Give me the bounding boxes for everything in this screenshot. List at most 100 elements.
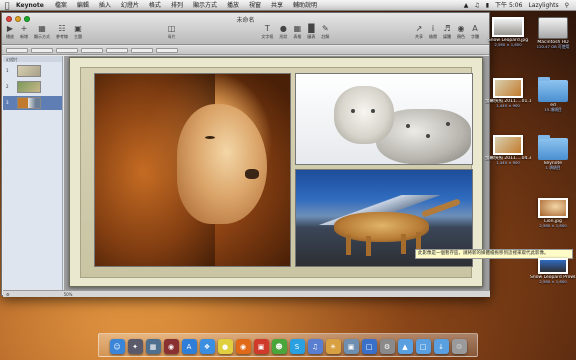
play-button[interactable]: ▶ 播放 [6,23,14,39]
share-icon: ↗ [415,24,423,33]
slide-number: 3 [6,100,9,105]
colors-button[interactable]: ◉ 顏色 [457,23,465,39]
wifi-icon[interactable]: ▲ [461,0,472,11]
snow-leopard-photo-placeholder[interactable] [295,73,473,165]
guides-button[interactable]: ☷ 參考線 [56,23,68,39]
image-thumbnail [538,258,568,274]
format-control-6[interactable] [131,47,153,53]
slide-thumb-3[interactable]: 3 [3,96,62,110]
themes-button[interactable]: ▣ 主題 [74,23,82,39]
gear-icon[interactable]: ⚙ [6,292,10,297]
slide-thumbnail [17,65,41,77]
lion-face [177,104,267,224]
slide-thumb-1[interactable]: 1 [3,64,62,78]
format-control-1[interactable] [6,47,28,53]
view-icon: ▦ [38,24,46,33]
new-slide-button[interactable]: + 新增 [20,23,28,39]
zoom-level[interactable]: 50% [64,292,73,297]
view-button[interactable]: ▦ 顯示方式 [34,23,50,39]
menu-play[interactable]: 播放 [222,0,244,11]
inspector-button[interactable]: i 檢閱 [429,23,437,39]
menu-app-name[interactable]: Keynote [14,0,50,11]
slide-thumb-2[interactable]: 2 [3,80,62,94]
volume-icon[interactable]: ♫ [471,0,482,11]
textbox-button[interactable]: T 文字框 [261,23,273,39]
messenger-icon[interactable]: ☻ [271,339,287,354]
menu-edit[interactable]: 編輯 [72,0,94,11]
desktop-folder-keynote[interactable]: keynote 1 項項目 [530,135,576,170]
share-button[interactable]: ↗ 共享 [415,23,423,39]
lion-photo-placeholder[interactable] [94,73,291,267]
leopard-leg [346,235,351,255]
media-button[interactable]: ♬ 媒體 [443,23,451,39]
safari-icon[interactable]: ❖ [199,339,215,354]
table-button[interactable]: ▦ 表格 [293,23,301,39]
chrome-icon[interactable]: ● [217,339,233,354]
mission-control-icon[interactable]: ▦ [145,339,161,354]
menu-window[interactable]: 視窗 [244,0,266,11]
desktop-file-lion[interactable]: Lion.jpg 2,560 × 1,600 [530,198,576,228]
format-control-3[interactable] [56,47,78,53]
downloads-folder-icon[interactable]: ↓ [433,339,449,354]
itunes-icon[interactable]: ♫ [307,339,323,354]
launchpad-icon[interactable]: ✦ [127,339,143,354]
shapes-button[interactable]: ● 形狀 [279,23,287,39]
masters-button[interactable]: ◫ 母片 [168,23,176,39]
fonts-icon: A [472,24,478,33]
desktop-file-screenshot-2[interactable]: 螢幕快照 2011....04.39 1,440 × 900 [485,135,531,165]
desktop-file-screenshot-1[interactable]: 螢幕快照 2011....01.17 1,440 × 900 [485,78,531,108]
desktop-drive-macintosh-hd[interactable]: Macintosh HD 120.47 GB 可使用 [530,17,576,49]
chart-button[interactable]: █ 圖表 [307,23,315,39]
comment-button[interactable]: ✎ 註解 [321,23,329,39]
table-label: 表格 [293,34,302,39]
textbox-icon: T [264,24,270,33]
desktop-file-snow-leopard[interactable]: Snow Leopard.jpg 2,560 × 1,600 [485,17,531,47]
menubar:  Keynote 檔案 編輯 插入 幻燈片 格式 排列 顯示方式 播放 視窗 … [0,0,576,11]
file-info: 2,560 × 1,600 [494,42,522,47]
shapes-icon: ● [279,24,287,33]
slide-thumbnail [17,81,41,93]
system-preferences-icon[interactable]: ⚙ [379,339,395,354]
lion-nose [245,169,259,179]
dock: ☺ ✦ ▦ ◉ A ❖ ● ◉ ▣ ☻ S ♫ ☀ ▣ □ ⚙ ▲ □ ↓ ♲ [98,333,478,357]
menu-arrange[interactable]: 排列 [166,0,188,11]
desktop-folder-ed[interactable]: ed 15 項項目 [530,77,576,112]
app-store-icon[interactable]: A [181,339,197,354]
colors-icon: ◉ [457,24,465,33]
apple-icon[interactable]:  [0,0,14,11]
firefox-icon[interactable]: ◉ [235,339,251,354]
format-control-7[interactable] [156,47,178,53]
format-control-5[interactable] [106,47,128,53]
format-control-2[interactable] [31,47,53,53]
inspector-icon: i [431,24,435,33]
menu-slide[interactable]: 幻燈片 [116,0,144,11]
menu-share[interactable]: 共享 [266,0,288,11]
desktop-file-snow-leopard-prowl[interactable]: Snow Leopard Prowl.jpg 2,560 × 1,600 [530,258,576,284]
finder-icon[interactable]: ☺ [109,339,125,354]
battery-icon[interactable]: ▮ [483,0,492,11]
chart-label: 圖表 [307,34,316,39]
menu-format[interactable]: 格式 [144,0,166,11]
photo-booth-icon[interactable]: ◉ [163,339,179,354]
user-name[interactable]: Lazylights [525,0,561,11]
guides-label: 參考線 [56,34,68,39]
menu-help[interactable]: 輔助說明 [288,0,322,11]
calendar-icon[interactable]: ▣ [253,339,269,354]
spotlight-icon[interactable]: ⚲ [562,0,572,11]
iphoto-icon[interactable]: ☀ [325,339,341,354]
menu-view[interactable]: 顯示方式 [188,0,222,11]
clock[interactable]: 下午 5:06 [492,0,525,11]
keynote-icon[interactable]: □ [361,339,377,354]
format-control-4[interactable] [81,47,103,53]
trash-icon[interactable]: ♲ [451,339,467,354]
window-titlebar: 未命名 ▶ 播放 + 新增 ▦ 顯示方式 ☷ 參考線 ▣ 主題 ◫ 母片 T 文字框 ● 形狀 … [2,13,489,45]
fonts-button[interactable]: A 字體 [471,23,479,39]
skype-icon[interactable]: S [289,339,305,354]
menu-file[interactable]: 檔案 [50,0,72,11]
applications-folder-icon[interactable]: ▲ [397,339,413,354]
preview-icon[interactable]: ▣ [343,339,359,354]
comment-icon: ✎ [321,24,329,33]
play-icon: ▶ [6,24,14,33]
menu-insert[interactable]: 插入 [94,0,116,11]
documents-folder-icon[interactable]: □ [415,339,431,354]
